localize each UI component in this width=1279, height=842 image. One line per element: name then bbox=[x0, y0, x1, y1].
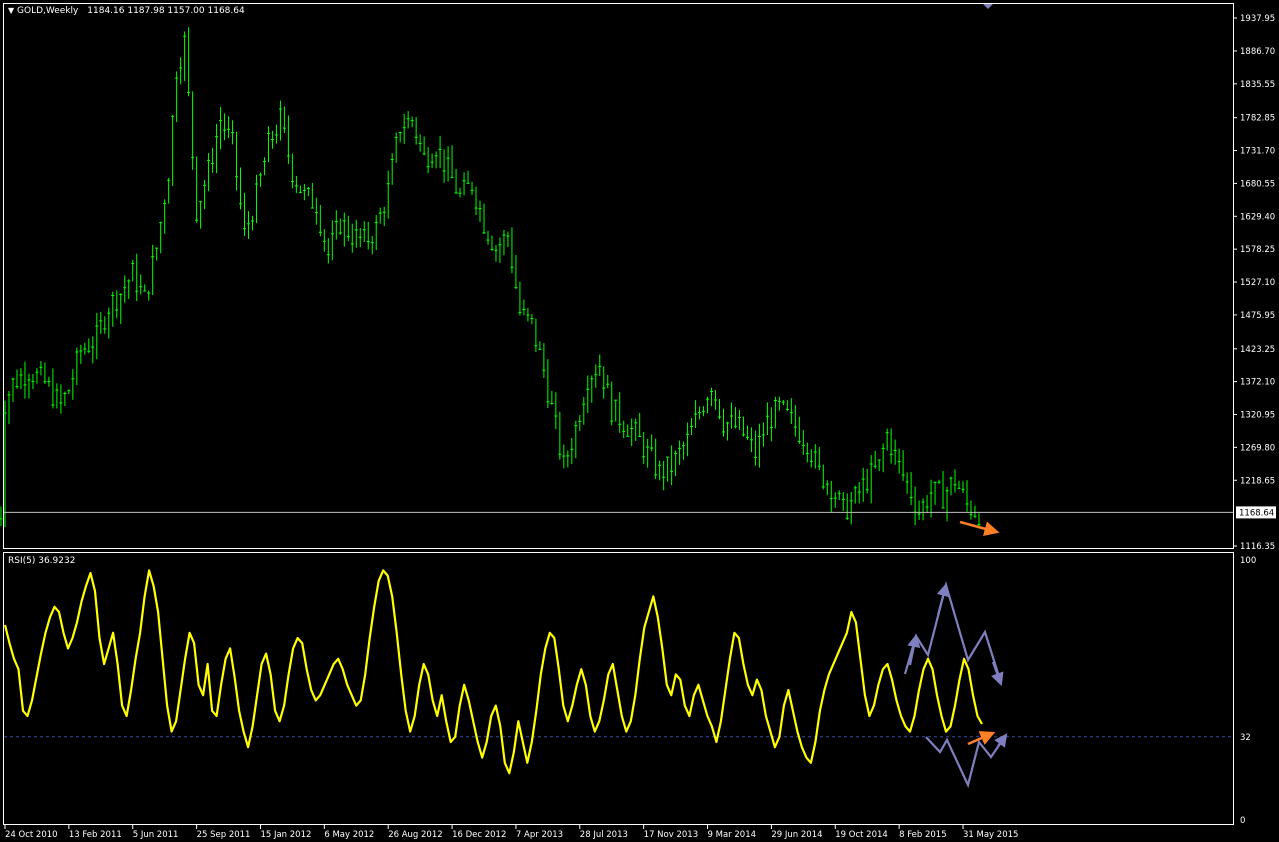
price-tick-label: 1680.55 bbox=[1240, 179, 1275, 189]
time-tick-label: 29 Jun 2014 bbox=[771, 830, 822, 840]
time-tick-label: 13 Feb 2011 bbox=[69, 830, 122, 840]
price-tick-label: 1527.10 bbox=[1240, 278, 1275, 288]
price-tick-label: 1731.70 bbox=[1240, 147, 1275, 157]
current-price-tag: 1168.64 bbox=[1236, 506, 1276, 518]
rsi-tick-label: 100 bbox=[1240, 556, 1256, 566]
time-tick-label: 26 Aug 2012 bbox=[388, 830, 442, 840]
time-tick-label: 6 May 2012 bbox=[324, 830, 374, 840]
time-tick-label: 9 Mar 2014 bbox=[708, 830, 756, 840]
price-tick-label: 1372.10 bbox=[1240, 378, 1275, 388]
current-price-label: 1168.64 bbox=[1239, 508, 1274, 518]
rsi-tick-label: 0 bbox=[1240, 816, 1245, 826]
time-tick-label: 25 Sep 2011 bbox=[197, 830, 251, 840]
time-tick-label: 19 Oct 2014 bbox=[835, 830, 888, 840]
ohlc-values: 1184.16 1187.98 1157.00 1168.64 bbox=[87, 6, 245, 16]
time-tick-label: 28 Jul 2013 bbox=[580, 830, 628, 840]
price-tick-label: 1578.25 bbox=[1240, 245, 1275, 255]
symbol-dropdown-icon[interactable]: ▼ bbox=[8, 6, 14, 15]
time-tick-label: 17 Nov 2013 bbox=[644, 830, 698, 840]
price-tick-label: 1937.95 bbox=[1240, 14, 1275, 24]
time-tick-label: 5 Jun 2011 bbox=[133, 830, 179, 840]
time-tick-label: 8 Feb 2015 bbox=[899, 830, 947, 840]
price-tick-label: 1218.65 bbox=[1240, 476, 1275, 486]
rsi-tick-label: 32 bbox=[1240, 733, 1251, 743]
price-tick-label: 1886.70 bbox=[1240, 47, 1275, 57]
rsi-header-label: RSI(5) 36.9232 bbox=[8, 556, 76, 566]
price-tick-label: 1116.35 bbox=[1240, 542, 1275, 552]
price-tick-label: 1835.55 bbox=[1240, 80, 1275, 90]
gold-weekly-chart: 1937.95 1886.70 1835.55 1782.85 1731.70 1680.… bbox=[0, 0, 1279, 842]
time-tick-label: 16 Dec 2012 bbox=[452, 830, 506, 840]
price-tick-label: 1629.40 bbox=[1240, 212, 1275, 222]
price-tick-label: 1320.95 bbox=[1240, 411, 1275, 421]
time-tick-label: 7 Apr 2013 bbox=[516, 830, 563, 840]
symbol-label: GOLD,Weekly bbox=[17, 6, 79, 16]
chart-header: ▼ GOLD,Weekly 1184.16 1187.98 1157.00 11… bbox=[8, 6, 245, 16]
time-tick-label: 24 Oct 2010 bbox=[5, 830, 58, 840]
price-tick-label: 1423.25 bbox=[1240, 345, 1275, 355]
time-tick-label: 15 Jan 2012 bbox=[260, 830, 311, 840]
rsi-header: RSI(5) 36.9232 bbox=[8, 556, 75, 566]
price-tick-label: 1269.80 bbox=[1240, 443, 1275, 453]
time-tick-label: 31 May 2015 bbox=[963, 830, 1018, 840]
price-tick-label: 1782.85 bbox=[1240, 114, 1275, 124]
price-tick-label: 1475.95 bbox=[1240, 311, 1275, 321]
